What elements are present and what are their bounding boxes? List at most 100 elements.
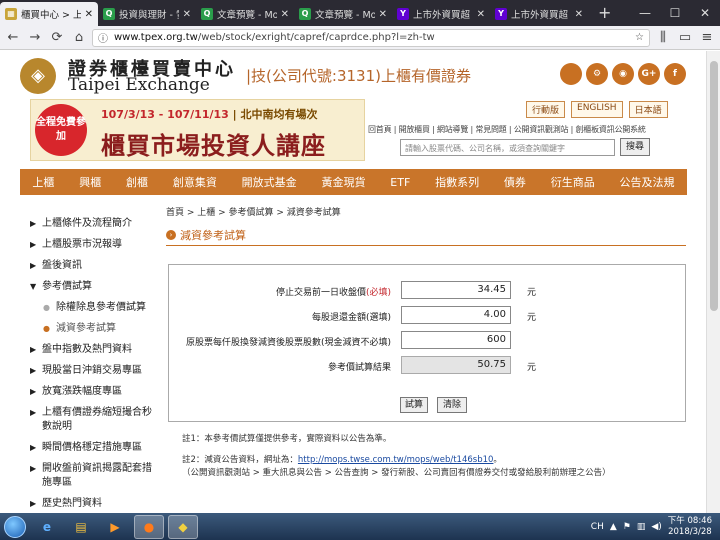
japanese-link[interactable]: 日本語 <box>628 101 668 118</box>
browser-tab[interactable]: Y 上市外資買超 ✕ <box>392 2 490 26</box>
form-row-close-price: 停止交易前一日收盤價(必填) 34.45 元 <box>169 281 685 301</box>
bookmark-star-icon[interactable]: ☆ <box>635 32 644 43</box>
minimize-icon[interactable]: — <box>630 2 660 26</box>
close-tab-icon[interactable]: ✕ <box>85 9 93 20</box>
facebook-icon[interactable]: f <box>664 63 686 85</box>
scrollbar-thumb[interactable] <box>710 61 718 311</box>
main-nav-item[interactable]: ETF <box>390 176 410 189</box>
browser-tab[interactable]: Q 文章預覽 - Mo ✕ <box>196 2 294 26</box>
apple-icon[interactable] <box>560 63 582 85</box>
page-subtitle: |技(公司代號:3131)上櫃有價證券 <box>246 67 471 85</box>
notes: 註1：本參考價試算僅提供參考，實際資料以公告為準。 註2：減資公告資料，網址為：… <box>182 433 611 480</box>
sidebar-item[interactable]: 上櫃條件及流程簡介 <box>30 217 160 231</box>
close-tab-icon[interactable]: ✕ <box>281 9 289 20</box>
back-icon[interactable]: ← <box>4 30 22 45</box>
tray-clock[interactable]: 下午 08:46 2018/3/28 <box>668 516 712 538</box>
rss-icon[interactable]: ◉ <box>612 63 634 85</box>
browser-nav-bar: ← → ⟳ ⌂ ⓘ www.tpex.org.tw/web/stock/exri… <box>0 26 720 50</box>
library-icon[interactable]: ⫼ <box>654 30 672 45</box>
refund-input[interactable]: 4.00 <box>401 306 511 324</box>
tpex-icon: ▦ <box>5 8 17 20</box>
site-search-input[interactable]: 請輸入股票代碼、公司名稱，或須查詢關鍵字 <box>400 139 615 156</box>
social-links: ⚙ ◉ G+ f <box>560 63 686 85</box>
breadcrumb[interactable]: 首頁 > 上櫃 > 參考價試算 > 減資參考試算 <box>166 205 341 218</box>
system-tray: CH ▲ ⚑ ▥ ◀) 下午 08:46 2018/3/28 <box>591 516 720 538</box>
close-tab-icon[interactable]: ✕ <box>477 9 485 20</box>
reload-icon[interactable]: ⟳ <box>48 30 66 45</box>
tray-volume-icon[interactable]: ◀) <box>651 522 661 532</box>
sidebar-menu: 上櫃條件及流程簡介上櫃股票市況報導盤後資訊參考價試算除權除息參考價試算減資參考試… <box>30 217 160 513</box>
url-bar[interactable]: ⓘ www.tpex.org.tw/web/stock/exright/capr… <box>92 28 650 47</box>
new-tab-button[interactable]: + <box>588 2 621 26</box>
logo-emblem: ◈ <box>20 58 56 94</box>
sidebar-item[interactable]: 上櫃股票市況報導 <box>30 238 160 252</box>
taskbar-app-icon[interactable]: ◆ <box>168 514 198 539</box>
sidebar-item[interactable]: 參考價試算 <box>30 280 160 294</box>
seminar-banner[interactable]: 全程免費參加 107/3/13 - 107/11/13 | 北中南均有場次 櫃買… <box>30 99 365 161</box>
sidebar-item[interactable]: 盤中指數及熱門資料 <box>30 343 160 357</box>
sidebar-item[interactable]: 瞬間價格穩定措施專區 <box>30 441 160 455</box>
browser-tab[interactable]: Q 投資與理財 - 雪 ✕ <box>98 2 196 26</box>
info-icon[interactable]: ⓘ <box>98 30 108 45</box>
top-links[interactable]: 回首頁 | 開放櫃買 | 網站導覽 | 常見問題 | 公開資訊觀測站 | 創櫃板… <box>368 124 646 135</box>
sidebar-item[interactable]: 歷史熱門資料 <box>30 497 160 511</box>
sidebar-item[interactable]: 除權除息參考價試算 <box>30 301 160 315</box>
start-button[interactable] <box>0 513 30 540</box>
site-logo[interactable]: ◈ 證券櫃檯買賣中心 Taipei Exchange <box>20 55 250 95</box>
maximize-icon[interactable]: ☐ <box>660 2 690 26</box>
close-tab-icon[interactable]: ✕ <box>575 9 583 20</box>
browser-tab[interactable]: ▦ 櫃買中心 > 上櫃 ✕ <box>0 2 98 26</box>
qi-icon: Q <box>103 8 115 20</box>
tray-flag-icon[interactable]: ⚑ <box>623 522 631 532</box>
close-tab-icon[interactable]: ✕ <box>379 9 387 20</box>
taskbar-explorer-icon[interactable]: ▤ <box>66 515 96 539</box>
sidebar-icon[interactable]: ▭ <box>676 30 694 45</box>
sidebar-item[interactable]: 上櫃有價證券縮短撮合秒數說明 <box>30 406 160 434</box>
close-tab-icon[interactable]: ✕ <box>183 9 191 20</box>
taskbar-firefox-icon[interactable]: ● <box>134 514 164 539</box>
forward-icon[interactable]: → <box>26 30 44 45</box>
main-nav-item[interactable]: 創意集資 <box>173 174 217 190</box>
english-link[interactable]: ENGLISH <box>571 101 623 118</box>
tab-title: 投資與理財 - 雪 <box>119 10 179 21</box>
home-icon[interactable]: ⌂ <box>70 30 88 45</box>
sidebar-item[interactable]: 減資參考試算 <box>30 322 160 336</box>
browser-tab[interactable]: Y 上市外資買超 ✕ <box>490 2 588 26</box>
result-label: 參考價試算結果 <box>327 363 391 373</box>
clear-button[interactable]: 清除 <box>437 397 467 413</box>
google-plus-icon[interactable]: G+ <box>638 63 660 85</box>
android-icon[interactable]: ⚙ <box>586 63 608 85</box>
tab-title: 文章預覽 - Mo <box>217 10 277 21</box>
main-nav-item[interactable]: 創櫃 <box>126 174 148 190</box>
main-nav-item[interactable]: 興櫃 <box>79 174 101 190</box>
sidebar-item[interactable]: 開收盤前資訊揭露配套措施專區 <box>30 462 160 490</box>
main-nav-item[interactable]: 黃金現貨 <box>321 174 365 190</box>
shares-input[interactable]: 600 <box>401 331 511 349</box>
tray-arrow-icon[interactable]: ▲ <box>610 522 617 532</box>
main-nav-item[interactable]: 指數系列 <box>435 174 479 190</box>
browser-tab[interactable]: Q 文章預覽 - Mo ✕ <box>294 2 392 26</box>
sidebar-item[interactable]: 現股當日沖銷交易專區 <box>30 364 160 378</box>
unit-label: 元 <box>527 288 537 298</box>
sidebar-item[interactable]: 放寬漲跌幅度專區 <box>30 385 160 399</box>
calculate-button[interactable]: 試算 <box>400 397 428 413</box>
tray-network-icon[interactable]: ▥ <box>637 522 646 532</box>
close-price-input[interactable]: 34.45 <box>401 281 511 299</box>
sidebar-item[interactable]: 盤後資訊 <box>30 259 160 273</box>
taskbar-ie-icon[interactable]: e <box>32 515 62 539</box>
main-nav-item[interactable]: 公告及法規 <box>620 174 675 190</box>
main-nav-item[interactable]: 債券 <box>504 174 526 190</box>
close-window-icon[interactable]: ✕ <box>690 2 720 26</box>
page-scrollbar[interactable] <box>706 51 720 513</box>
tray-lang[interactable]: CH <box>591 522 604 532</box>
mobile-version-link[interactable]: 行動版 <box>526 101 566 118</box>
search-button[interactable]: 搜尋 <box>620 138 650 156</box>
browser-tab-bar: ▦ 櫃買中心 > 上櫃 ✕ Q 投資與理財 - 雪 ✕ Q 文章預覽 - Mo ✕ Q 文章預覽 -… <box>0 0 720 26</box>
mops-link[interactable]: http://mops.twse.com.tw/mops/web/t146sb1… <box>298 455 494 465</box>
main-nav-item[interactable]: 衍生商品 <box>551 174 595 190</box>
main-nav-item[interactable]: 上櫃 <box>32 174 54 190</box>
menu-icon[interactable]: ≡ <box>698 30 716 45</box>
main-nav-item[interactable]: 開放式基金 <box>242 174 297 190</box>
taskbar-media-icon[interactable]: ▶ <box>100 515 130 539</box>
qi-icon: Q <box>201 8 213 20</box>
